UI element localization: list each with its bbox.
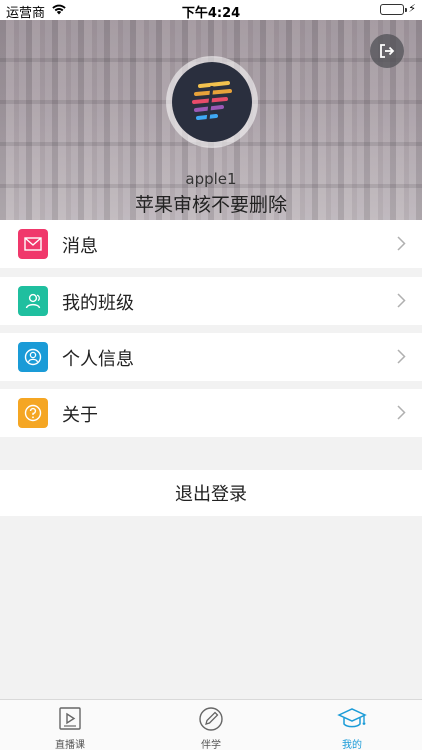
- chevron-right-icon: [397, 405, 406, 424]
- username: apple1: [185, 170, 237, 188]
- chevron-right-icon: [397, 293, 406, 312]
- menu-item-personal-info[interactable]: 个人信息: [0, 333, 422, 381]
- tab-mine[interactable]: 我的: [282, 700, 422, 750]
- app-logo-avatar: [172, 62, 252, 142]
- status-time: 下午4:24: [181, 6, 241, 21]
- logout-button[interactable]: 退出登录: [0, 470, 422, 516]
- tab-bar: 直播课 伴学 我的: [0, 699, 422, 750]
- logout-icon-button[interactable]: [370, 34, 404, 68]
- tab-study-companion[interactable]: 伴学: [141, 700, 281, 750]
- chevron-right-icon: [397, 236, 406, 255]
- profile-icon: [18, 342, 48, 372]
- menu-item-messages[interactable]: 消息: [0, 220, 422, 268]
- question-icon: [18, 398, 48, 428]
- logout-icon: [380, 44, 395, 58]
- battery-icon: [380, 4, 407, 15]
- menu-item-label: 个人信息: [62, 349, 134, 370]
- mail-icon: [18, 229, 48, 259]
- tab-live-class[interactable]: 直播课: [0, 700, 140, 750]
- logo-icon: [192, 81, 232, 121]
- tab-label: 直播课: [55, 740, 85, 750]
- profile-header: apple1 苹果审核不要删除: [0, 20, 422, 220]
- tab-label: 我的: [342, 740, 362, 750]
- users-icon: [18, 286, 48, 316]
- graduation-cap-icon: [337, 706, 367, 736]
- avatar[interactable]: [166, 56, 258, 148]
- pencil-icon: [198, 706, 224, 736]
- menu-item-label: 关于: [62, 405, 98, 426]
- chevron-right-icon: [397, 349, 406, 368]
- tab-label: 伴学: [201, 740, 221, 750]
- charging-icon: ⚡: [408, 2, 416, 15]
- status-bar: 运营商 下午4:24 ⚡: [0, 0, 422, 21]
- user-signature: 苹果审核不要删除: [134, 194, 287, 216]
- menu-item-about[interactable]: 关于: [0, 389, 422, 437]
- menu-item-label: 消息: [62, 236, 98, 257]
- play-icon: [57, 706, 83, 736]
- menu-item-label: 我的班级: [62, 293, 134, 314]
- menu-item-my-class[interactable]: 我的班级: [0, 277, 422, 325]
